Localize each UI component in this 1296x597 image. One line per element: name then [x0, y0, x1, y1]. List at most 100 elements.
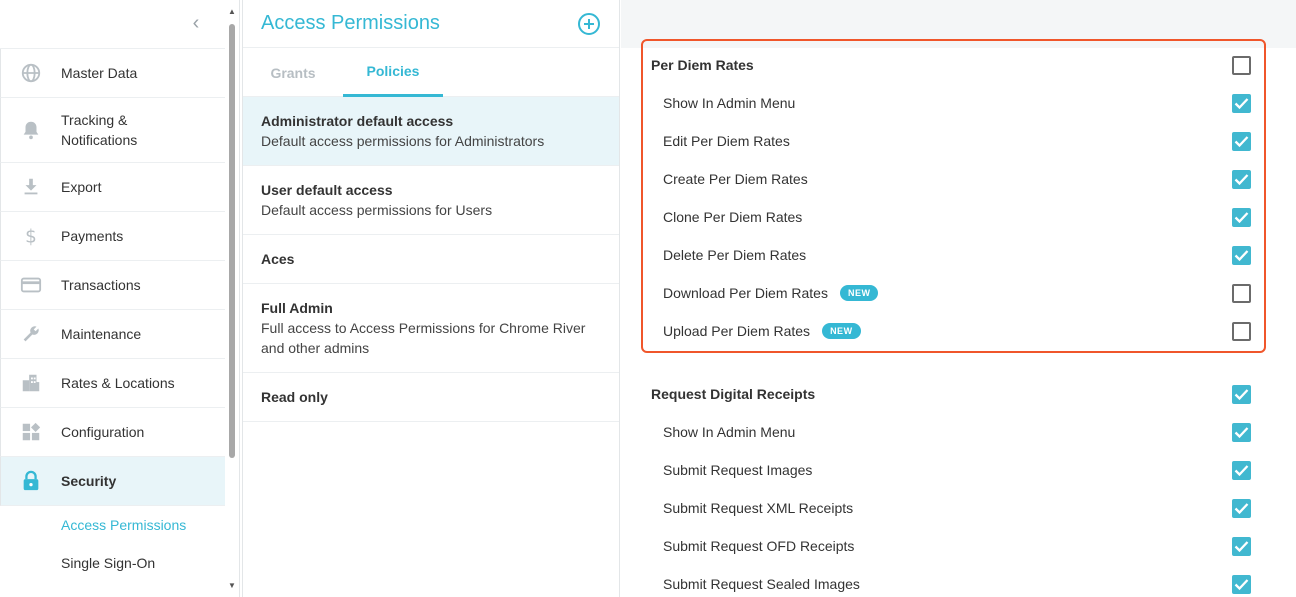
checkbox-checked[interactable]	[1232, 169, 1251, 189]
sidebar-item-label: Tracking & Notifications	[61, 112, 138, 148]
policy-name: Read only	[261, 389, 328, 405]
widgets-icon	[1, 421, 61, 443]
permission-row: Submit Request Images	[621, 451, 1296, 489]
download-icon	[1, 176, 61, 198]
permission-label: Submit Request XML Receipts	[663, 500, 854, 516]
checkbox-checked[interactable]	[1232, 460, 1251, 480]
sidebar-item-label: Export	[61, 179, 102, 195]
panel-header: Access Permissions	[243, 0, 619, 48]
permission-row: Show In Admin Menu	[621, 84, 1296, 122]
sidebar-item-maintenance[interactable]: Maintenance	[0, 310, 225, 359]
new-badge: NEW	[822, 323, 861, 339]
sidebar-item-label: Configuration	[61, 424, 145, 440]
page-title: Access Permissions	[261, 12, 440, 34]
permission-label: Upload Per Diem Rates	[663, 323, 811, 339]
policy-name: Aces	[261, 251, 295, 267]
permission-label: Submit Request Sealed Images	[663, 576, 860, 592]
checkbox-checked[interactable]	[1232, 93, 1251, 113]
tab-bar: Grants Policies	[243, 48, 619, 97]
permission-label: Download Per Diem Rates	[663, 285, 828, 301]
city-icon	[1, 372, 61, 394]
sidebar-item-label: Rates & Locations	[61, 375, 175, 391]
sidebar-item-label: Payments	[61, 228, 124, 244]
permission-row: Submit Request OFD Receipts	[621, 527, 1296, 565]
permission-label: Delete Per Diem Rates	[663, 247, 807, 263]
sidebar-item-configuration[interactable]: Configuration	[0, 408, 225, 457]
checkbox-checked[interactable]	[1232, 384, 1251, 404]
sidebar-item-payments[interactable]: $ Payments	[0, 212, 225, 261]
permission-row: Create Per Diem Rates	[621, 160, 1296, 198]
sidebar-item-export[interactable]: Export	[0, 163, 225, 212]
sidebar-item-security[interactable]: Security	[0, 457, 225, 506]
policy-description: Default access permissions for Users	[261, 202, 493, 218]
permission-label: Show In Admin Menu	[663, 95, 796, 111]
sidebar-scrollbar[interactable]: ▲ ▼	[228, 8, 236, 590]
sidebar-nav: Master Data Tracking & Notifications Exp…	[0, 48, 225, 582]
lock-icon	[1, 470, 61, 492]
permission-row: Show In Admin Menu	[621, 413, 1296, 451]
policy-item[interactable]: Read only	[243, 373, 619, 422]
policy-name: User default access	[261, 182, 393, 198]
permission-row: Delete Per Diem Rates	[621, 236, 1296, 274]
sidebar-item-label: Maintenance	[61, 326, 142, 342]
checkbox-checked[interactable]	[1232, 574, 1251, 594]
permission-row: Submit Request XML Receipts	[621, 489, 1296, 527]
permission-group-label: Request Digital Receipts	[651, 386, 816, 402]
policy-item[interactable]: Aces	[243, 235, 619, 284]
add-circle-icon[interactable]	[577, 12, 601, 36]
bell-icon	[1, 119, 61, 141]
policy-item[interactable]: Administrator default access Default acc…	[243, 97, 619, 166]
tab-grants[interactable]: Grants	[243, 48, 343, 97]
subnav-item-access-permissions[interactable]: Access Permissions	[0, 506, 225, 544]
sidebar: ‹ Master Data Tracking & Notifications E…	[0, 0, 240, 597]
policy-item[interactable]: Full Admin Full access to Access Permiss…	[243, 284, 619, 373]
checkbox-checked[interactable]	[1232, 245, 1251, 265]
permission-row: Download Per Diem Rates NEW	[621, 274, 1296, 312]
sidebar-item-transactions[interactable]: Transactions	[0, 261, 225, 310]
permission-label: Clone Per Diem Rates	[663, 209, 803, 225]
checkbox-checked[interactable]	[1232, 207, 1251, 227]
collapse-sidebar-chevron-left-icon[interactable]: ‹	[186, 12, 206, 34]
subnav-item-single-sign-on[interactable]: Single Sign-On	[0, 544, 225, 582]
wrench-icon	[1, 323, 61, 345]
policy-item[interactable]: User default access Default access permi…	[243, 166, 619, 235]
permission-row: Upload Per Diem Rates NEW	[621, 312, 1296, 350]
credit-card-icon	[1, 274, 61, 296]
new-badge: NEW	[839, 285, 879, 301]
permission-label: Edit Per Diem Rates	[663, 133, 790, 149]
permission-group-header-digital-receipts: Request Digital Receipts	[621, 375, 1296, 413]
permission-label: Show In Admin Menu	[663, 424, 796, 440]
scroll-up-arrow-icon[interactable]: ▲	[228, 8, 236, 16]
policy-name: Administrator default access	[261, 113, 454, 129]
scroll-down-arrow-icon[interactable]: ▼	[228, 582, 236, 590]
policy-description: Default access permissions for Administr…	[261, 133, 545, 149]
checkbox-checked[interactable]	[1232, 498, 1251, 518]
policy-name: Full Admin	[261, 300, 333, 316]
sidebar-item-master-data[interactable]: Master Data	[0, 49, 225, 98]
globe-icon	[1, 62, 61, 84]
sidebar-item-rates-locations[interactable]: Rates & Locations	[0, 359, 225, 408]
checkbox-checked[interactable]	[1232, 536, 1251, 556]
permission-label: Submit Request Images	[663, 462, 813, 478]
policies-panel: Access Permissions Grants Policies Admin…	[242, 0, 620, 597]
permission-row: Edit Per Diem Rates	[621, 122, 1296, 160]
tab-policies[interactable]: Policies	[343, 48, 443, 97]
checkbox-unchecked[interactable]	[1232, 55, 1251, 75]
svg-text:$: $	[25, 226, 37, 247]
checkbox-unchecked[interactable]	[1232, 321, 1251, 341]
policy-description: Full access to Access Permissions for Ch…	[261, 320, 586, 356]
sidebar-item-tracking-notifications[interactable]: Tracking & Notifications	[0, 98, 225, 163]
permission-label: Submit Request OFD Receipts	[663, 538, 855, 554]
permission-row: Clone Per Diem Rates	[621, 198, 1296, 236]
sidebar-item-label: Security	[61, 473, 117, 489]
dollar-icon: $	[1, 225, 61, 247]
permission-group-header-per-diem: Per Diem Rates	[621, 46, 1296, 84]
checkbox-unchecked[interactable]	[1232, 283, 1251, 303]
permission-row: Submit Request Sealed Images	[621, 565, 1296, 597]
permission-label: Create Per Diem Rates	[663, 171, 808, 187]
checkbox-checked[interactable]	[1232, 422, 1251, 442]
scrollbar-thumb[interactable]	[229, 24, 235, 458]
permissions-panel: Per Diem Rates Show In Admin Menu Edit Per…	[621, 0, 1296, 597]
sidebar-item-label: Master Data	[61, 65, 138, 81]
checkbox-checked[interactable]	[1232, 131, 1251, 151]
